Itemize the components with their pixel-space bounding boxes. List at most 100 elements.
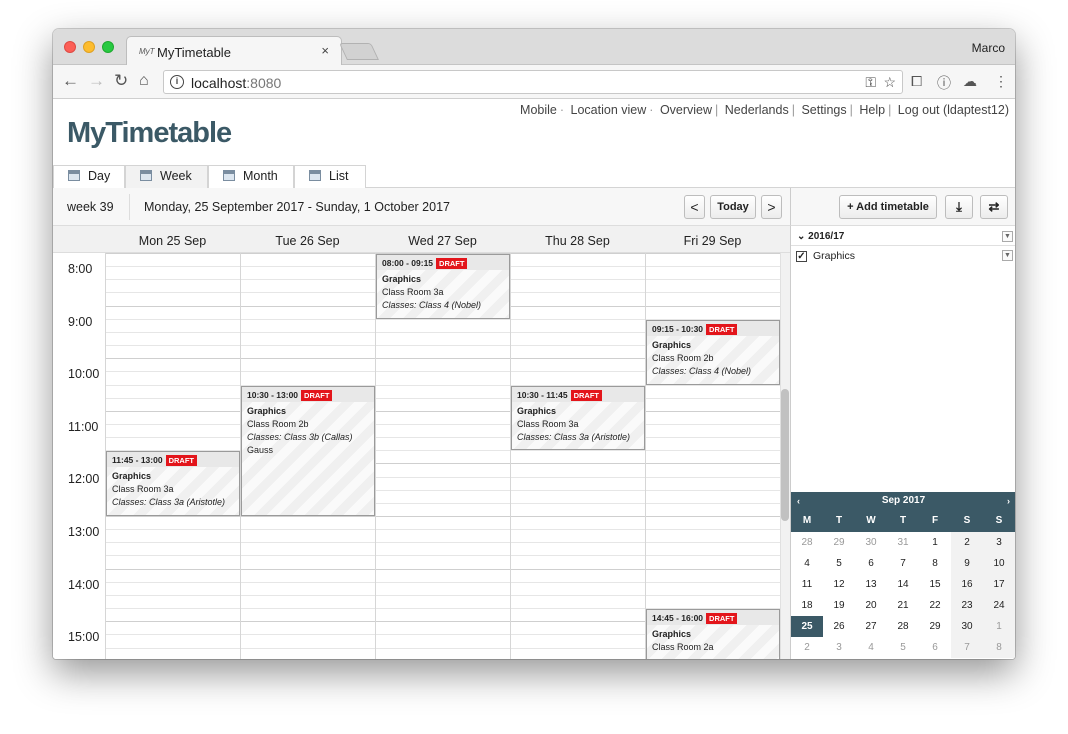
timetable-checkbox[interactable]: ✓ — [796, 251, 807, 262]
mini-calendar-day[interactable]: 23 — [951, 595, 983, 616]
time-label: 14:00 — [68, 577, 100, 592]
mini-calendar-day[interactable]: 6 — [855, 553, 887, 574]
top-nav-nederlands[interactable]: Nederlands — [725, 103, 789, 117]
mini-calendar-day[interactable]: 6 — [919, 637, 951, 658]
mini-calendar-week: 4 5 6 7 8 9 10 — [791, 553, 1015, 574]
close-icon[interactable]: × — [321, 43, 329, 58]
download-icon[interactable]: ⤓ — [945, 195, 973, 219]
minimize-window-button[interactable] — [83, 41, 95, 53]
event-course: Graphics — [382, 274, 422, 284]
mini-calendar-day[interactable]: 18 — [791, 595, 823, 616]
app-logo[interactable]: MyTimetable — [67, 117, 232, 150]
next-week-button[interactable]: > — [761, 195, 782, 219]
mini-calendar-day[interactable]: 3 — [823, 637, 855, 658]
top-nav-overview[interactable]: Overview — [660, 103, 712, 117]
time-grid[interactable]: 8:00 9:00 10:00 11:00 12:00 13:00 14:00 15:00 08… — [53, 253, 790, 659]
event-header: 08:00 - 09:15 DRAFT — [377, 255, 509, 270]
star-icon[interactable]: ☆ — [883, 74, 896, 91]
maximize-window-button[interactable] — [102, 41, 114, 53]
mini-calendar-day[interactable]: 19 — [823, 595, 855, 616]
mini-calendar-day[interactable]: 22 — [919, 595, 951, 616]
mini-calendar-day[interactable]: 4 — [855, 637, 887, 658]
profile-name[interactable]: Marco — [972, 41, 1005, 55]
mini-calendar-day[interactable]: 30 — [855, 532, 887, 553]
mini-calendar-day[interactable]: 29 — [919, 616, 951, 637]
extension-icon[interactable]: ☁ — [963, 73, 977, 90]
prev-week-button[interactable]: < — [684, 195, 705, 219]
event-block[interactable]: 10:30 - 11:45 DRAFT Graphics Class Room 3a C… — [511, 385, 645, 451]
mini-calendar-day[interactable]: 27 — [855, 616, 887, 637]
top-nav-logout[interactable]: Log out (ldaptest12) — [898, 103, 1009, 117]
address-bar[interactable]: i localhost:8080 ⚿ ☆ — [163, 70, 903, 94]
swap-icon[interactable]: ⇄ — [980, 195, 1008, 219]
mini-calendar-day[interactable]: 21 — [887, 595, 919, 616]
add-timetable-button[interactable]: + Add timetable — [839, 195, 937, 219]
new-tab-button[interactable] — [339, 43, 379, 60]
tab-week[interactable]: Week — [125, 165, 208, 189]
event-block[interactable]: 14:45 - 16:00 DRAFT Graphics Class Room 2a — [646, 609, 780, 659]
mini-calendar-day[interactable]: 8 — [983, 637, 1015, 658]
mini-calendar-day[interactable]: 26 — [823, 616, 855, 637]
mini-calendar-day[interactable]: 30 — [951, 616, 983, 637]
mini-calendar-day[interactable]: 7 — [951, 637, 983, 658]
chevron-down-icon[interactable]: ▼ — [1002, 231, 1013, 242]
mini-calendar-day[interactable]: 17 — [983, 574, 1015, 595]
key-icon[interactable]: ⚿ — [865, 74, 876, 91]
mini-calendar-day[interactable]: 14 — [887, 574, 919, 595]
mini-calendar-day[interactable]: 31 — [887, 532, 919, 553]
timetable-label[interactable]: Graphics — [813, 250, 855, 262]
mini-calendar-day[interactable]: 16 — [951, 574, 983, 595]
scrollbar-thumb[interactable] — [781, 389, 789, 521]
mini-calendar-day[interactable]: 25 — [791, 616, 823, 637]
mini-calendar-day[interactable]: 24 — [983, 595, 1015, 616]
mini-calendar-day[interactable]: 2 — [791, 637, 823, 658]
mini-calendar-day[interactable]: 15 — [919, 574, 951, 595]
mini-calendar-day[interactable]: 4 — [791, 553, 823, 574]
screen-capture-icon[interactable]: ⧠ — [911, 73, 922, 90]
mini-calendar-day[interactable]: 10 — [983, 553, 1015, 574]
top-nav-location-view[interactable]: Location view — [571, 103, 647, 117]
event-block[interactable]: 09:15 - 10:30 DRAFT Graphics Class Room 2b C… — [646, 319, 780, 385]
event-block[interactable]: 08:00 - 09:15 DRAFT Graphics Class Room 3a C… — [376, 254, 510, 319]
mini-calendar-day[interactable]: 13 — [855, 574, 887, 595]
mini-calendar-day[interactable]: 1 — [919, 532, 951, 553]
today-button[interactable]: Today — [710, 195, 756, 219]
mini-calendar-day[interactable]: 29 — [823, 532, 855, 553]
mini-calendar-day[interactable]: 9 — [951, 553, 983, 574]
prev-month-icon[interactable]: ‹ — [797, 492, 800, 510]
home-icon[interactable]: ⌂ — [139, 72, 149, 90]
mini-calendar-day[interactable]: 12 — [823, 574, 855, 595]
forward-arrow-icon[interactable]: → — [88, 72, 105, 90]
back-arrow-icon[interactable]: ← — [62, 72, 79, 90]
top-nav-help[interactable]: Help — [859, 103, 885, 117]
grid-line — [105, 568, 780, 570]
browser-tab[interactable]: MyT MyTimetable × — [126, 36, 342, 66]
mini-calendar-day[interactable]: 28 — [887, 616, 919, 637]
mini-calendar-day[interactable]: 8 — [919, 553, 951, 574]
extension-info-icon[interactable]: ⓘ — [937, 73, 951, 93]
top-nav-settings[interactable]: Settings — [801, 103, 846, 117]
mini-calendar-day[interactable]: 7 — [887, 553, 919, 574]
event-block[interactable]: 10:30 - 13:00 DRAFT Graphics Class Room 2b C… — [241, 385, 375, 516]
top-nav-mobile[interactable]: Mobile — [520, 103, 557, 117]
tab-month[interactable]: Month — [208, 165, 294, 188]
mini-calendar-day[interactable]: 3 — [983, 532, 1015, 553]
mini-calendar-day[interactable]: 5 — [823, 553, 855, 574]
chevron-down-icon[interactable]: ▼ — [1002, 250, 1013, 261]
mini-calendar-day[interactable]: 2 — [951, 532, 983, 553]
mini-calendar-day[interactable]: 11 — [791, 574, 823, 595]
tab-day[interactable]: Day — [53, 165, 125, 188]
info-icon[interactable]: i — [170, 75, 184, 89]
mini-calendar-day[interactable]: 28 — [791, 532, 823, 553]
mini-calendar-day[interactable]: 1 — [983, 616, 1015, 637]
menu-dots-icon[interactable]: ⋮ — [994, 73, 1008, 90]
reload-icon[interactable]: ↻ — [114, 72, 128, 90]
term-toggle[interactable]: ⌄ 2016/17 — [797, 231, 844, 242]
event-block[interactable]: 11:45 - 13:00 DRAFT Graphics Class Room 3a C… — [106, 451, 240, 516]
close-window-button[interactable] — [64, 41, 76, 53]
mini-calendar-day[interactable]: 20 — [855, 595, 887, 616]
mini-calendar-day[interactable]: 5 — [887, 637, 919, 658]
page: Mobile · Location view · Overview | Nederla… — [53, 99, 1015, 659]
next-month-icon[interactable]: › — [1007, 492, 1010, 510]
tab-list[interactable]: List — [294, 165, 366, 188]
